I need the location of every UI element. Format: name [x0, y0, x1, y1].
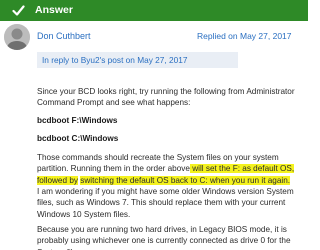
answer-label: Answer — [35, 4, 73, 16]
paragraph-explanation: Those commands should recreate the Syste… — [37, 152, 304, 186]
author-name[interactable]: Don Cuthbert — [37, 31, 91, 41]
avatar[interactable] — [4, 24, 30, 50]
highlighted-text-2: switching the default OS back to C: when… — [80, 175, 291, 185]
answer-banner: Answer — [0, 0, 308, 21]
in-reply-to-link[interactable]: In reply to Byu2's post on May 27, 2017 — [37, 52, 238, 68]
paragraph-windows-version: I am wondering if you might have some ol… — [37, 187, 294, 219]
in-reply-to-text: In reply to Byu2's post on May 27, 2017 — [42, 55, 188, 65]
paragraph-legacy-bios: Because you are running two hard drives,… — [37, 225, 291, 250]
replied-date[interactable]: Replied on May 27, 2017 — [197, 31, 292, 41]
command-line-2: bcdboot C:\Windows — [37, 134, 119, 143]
command-line-1: bcdboot F:\Windows — [37, 116, 118, 125]
paragraph-intro: Since your BCD looks right, try running … — [37, 87, 295, 108]
check-icon — [12, 5, 25, 16]
